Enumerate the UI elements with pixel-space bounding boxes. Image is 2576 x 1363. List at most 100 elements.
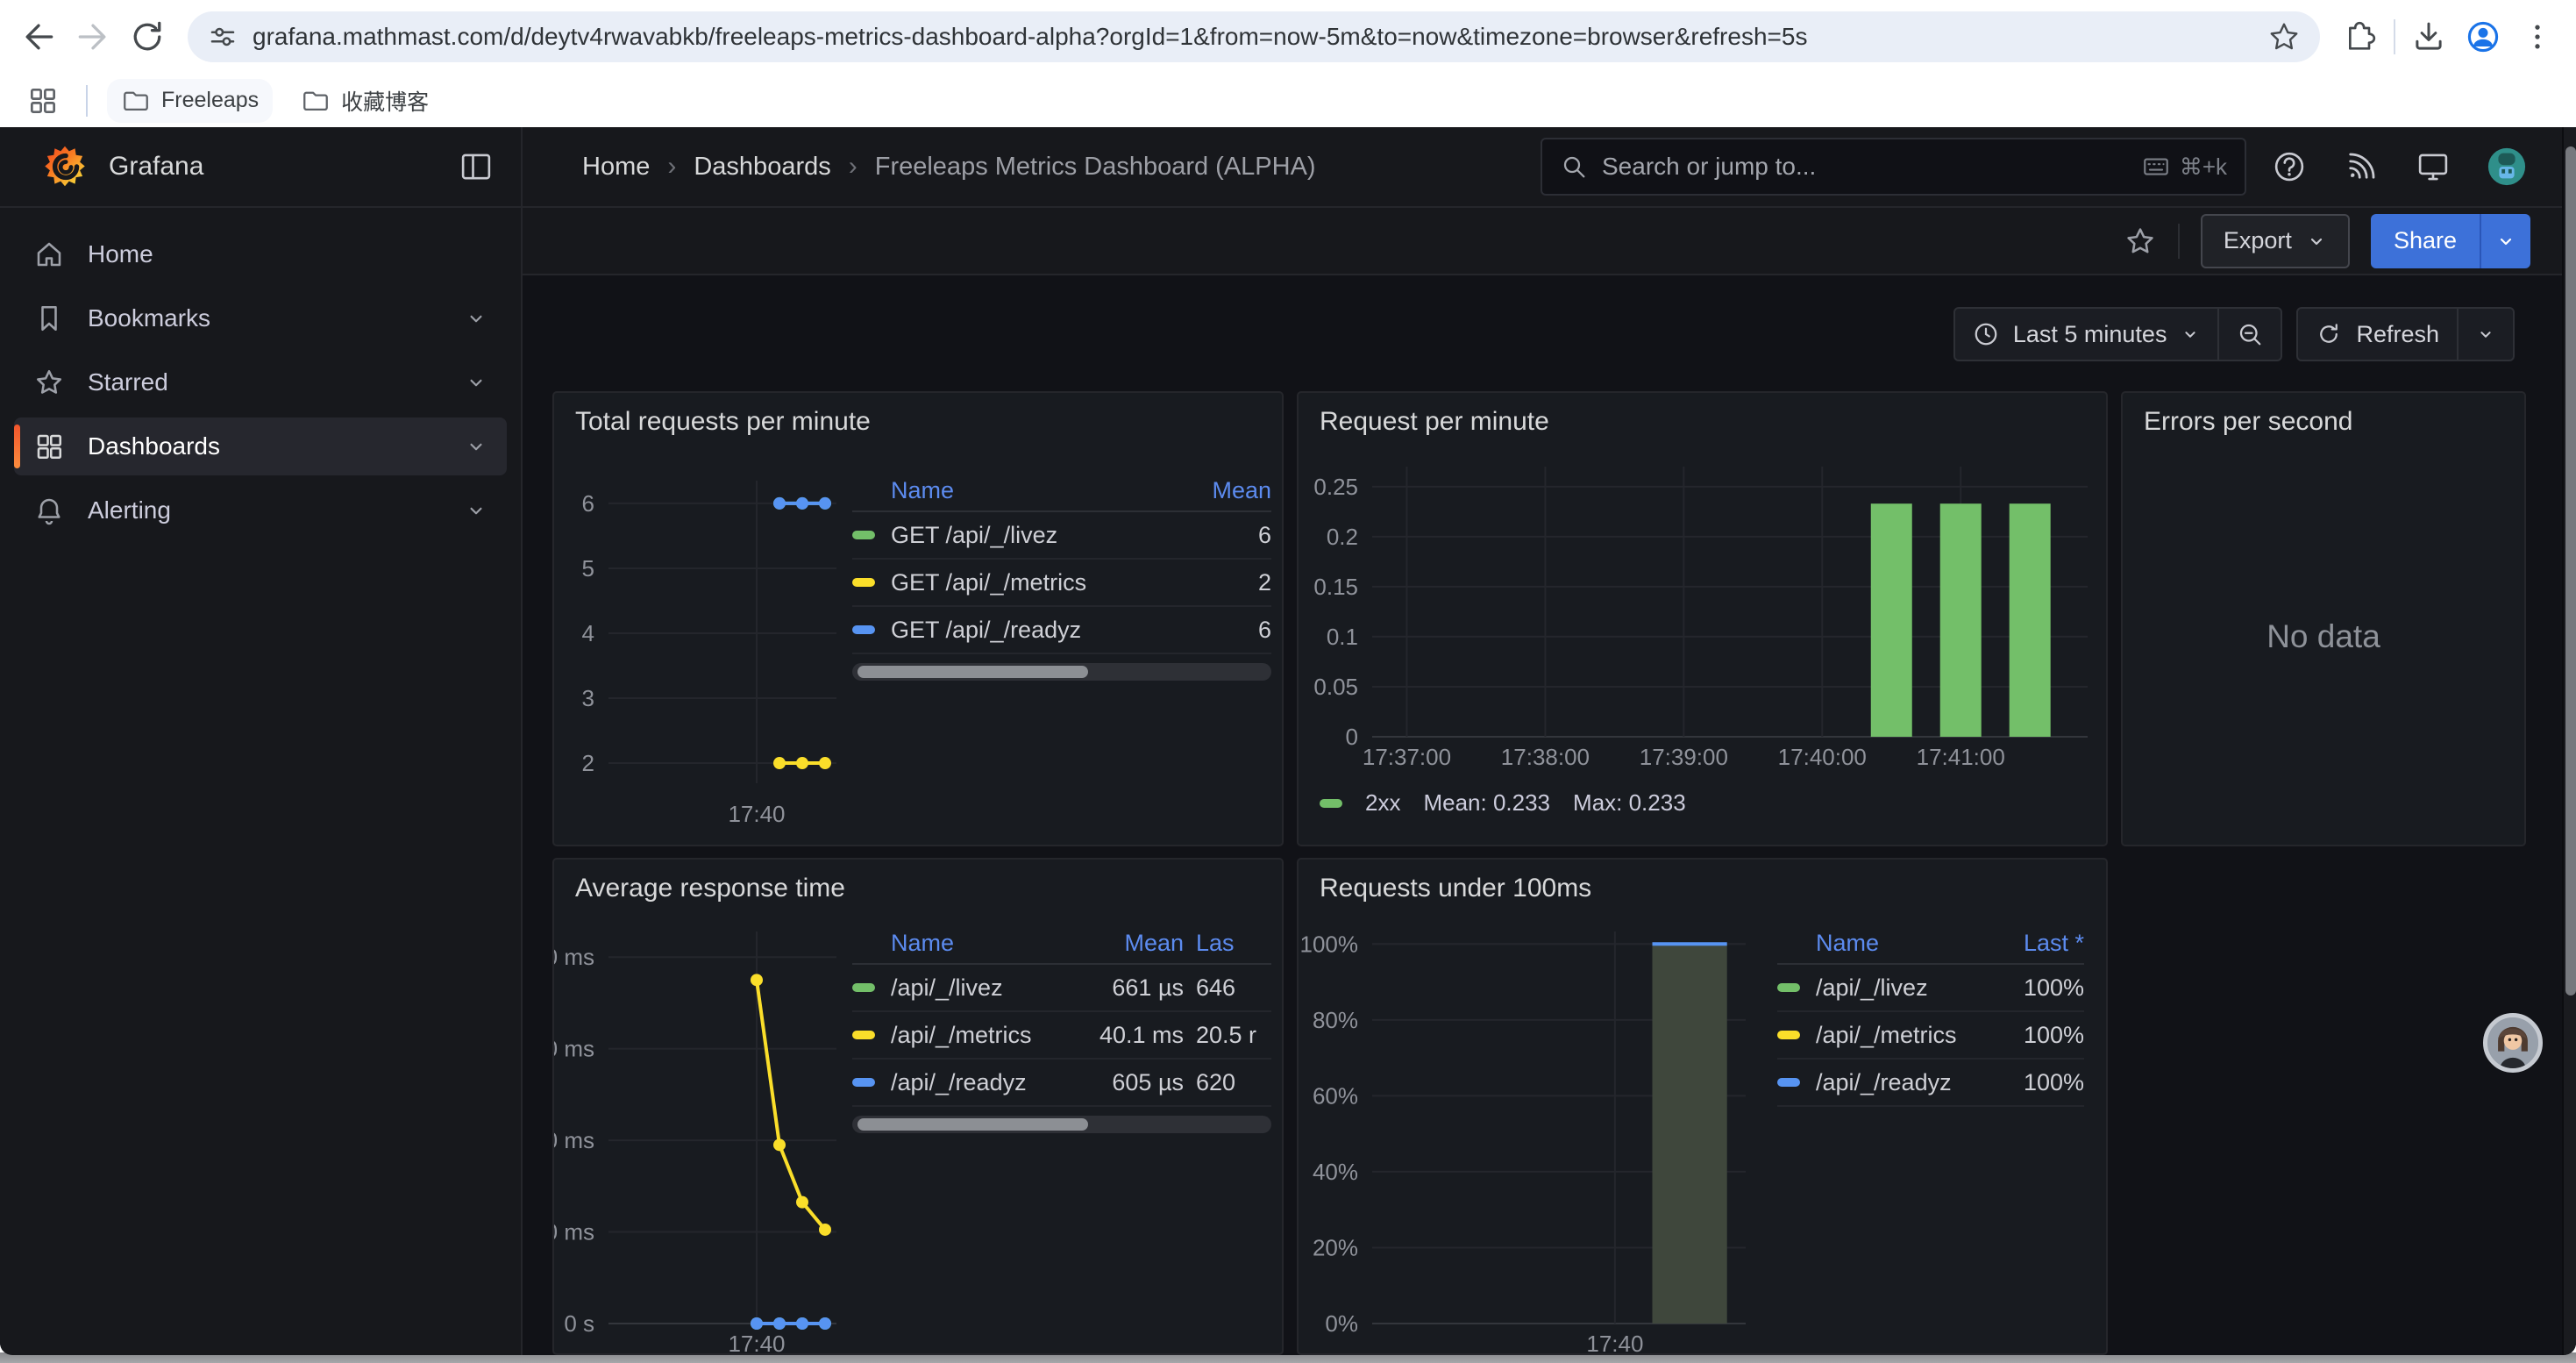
sidebar-item-dashboards[interactable]: Dashboards xyxy=(14,417,507,475)
table-scrollbar[interactable] xyxy=(852,1116,1271,1133)
series-value: 620 xyxy=(1184,1069,1271,1096)
refresh-interval-dropdown[interactable] xyxy=(2457,309,2513,360)
svg-text:17:40: 17:40 xyxy=(728,1331,785,1355)
header-icons xyxy=(2246,146,2576,187)
svg-text:17:41:00: 17:41:00 xyxy=(1917,744,2005,770)
series-name: /api/_/metrics xyxy=(891,1022,1052,1049)
grafana-header: Grafana Home › Dashboards › Freeleaps Me… xyxy=(0,127,2576,208)
legend-max: Max: 0.233 xyxy=(1573,789,1686,817)
chart-request-per-minute: 00.050.10.150.20.2517:37:0017:38:0017:39… xyxy=(1299,393,2108,846)
panel-request-per-minute[interactable]: Request per minute 00.050.10.150.20.2517… xyxy=(1297,391,2108,846)
series-swatch xyxy=(852,1031,875,1039)
svg-text:100%: 100% xyxy=(1300,931,1359,957)
url-bar[interactable]: grafana.mathmast.com/d/deytv4rwavabkb/fr… xyxy=(188,11,2320,62)
refresh-group: Refresh xyxy=(2296,307,2515,361)
series-name: /api/_/metrics xyxy=(1816,1022,1979,1049)
chevron-down-icon[interactable] xyxy=(465,435,487,458)
share-button[interactable]: Share xyxy=(2371,214,2480,268)
legend-series-label[interactable]: 2xx xyxy=(1365,789,1400,817)
export-button[interactable]: Export xyxy=(2201,214,2350,268)
refresh-button[interactable]: Refresh xyxy=(2298,309,2457,360)
time-range-picker[interactable]: Last 5 minutes xyxy=(1955,309,2218,360)
search-placeholder: Search or jump to... xyxy=(1602,153,2127,181)
legend[interactable]: 2xx Mean: 0.233 Max: 0.233 xyxy=(1320,789,1686,817)
tune-icon[interactable] xyxy=(207,21,238,53)
sidebar-item-alerting[interactable]: Alerting xyxy=(14,482,507,539)
panel-title[interactable]: Errors per second xyxy=(2144,407,2352,437)
svg-text:17:37:00: 17:37:00 xyxy=(1363,744,1451,770)
clock-icon xyxy=(1973,321,1999,347)
legend-table[interactable]: NameMeanGET /api/_/livez6GET /api/_/metr… xyxy=(852,470,1271,681)
url-text[interactable]: grafana.mathmast.com/d/deytv4rwavabkb/fr… xyxy=(253,23,2253,51)
series-value: 6 xyxy=(1175,617,1271,644)
share-dropdown-button[interactable] xyxy=(2480,214,2530,268)
brand-name: Grafana xyxy=(109,152,203,182)
svg-text:0.15: 0.15 xyxy=(1313,574,1358,600)
profile-avatar[interactable] xyxy=(2462,16,2504,58)
svg-text:20 ms: 20 ms xyxy=(554,1219,594,1245)
user-avatar[interactable] xyxy=(2487,146,2527,187)
back-button[interactable] xyxy=(18,16,60,58)
help-icon[interactable] xyxy=(2271,148,2308,185)
chevron-down-icon[interactable] xyxy=(465,307,487,330)
bookmark-star-icon[interactable] xyxy=(2267,20,2301,54)
svg-text:0.25: 0.25 xyxy=(1313,474,1358,500)
panel-average-response-time[interactable]: Average response time 0 s20 ms40 ms60 ms… xyxy=(552,858,1284,1355)
panel-total-requests[interactable]: Total requests per minute 2345617:40 Nam… xyxy=(552,391,1284,846)
news-rss-icon[interactable] xyxy=(2343,148,2380,185)
svg-text:5: 5 xyxy=(582,555,594,582)
page-scrollbar[interactable] xyxy=(2562,127,2576,1355)
dashboard-actions-bar: Export Share xyxy=(523,208,2576,275)
dock-menu-icon[interactable] xyxy=(458,148,495,185)
chevron-down-icon[interactable] xyxy=(465,371,487,394)
grafana-logo xyxy=(42,144,88,189)
series-swatch xyxy=(852,531,875,539)
bookmark-folder-freeleaps[interactable]: Freeleaps xyxy=(107,79,273,123)
favorite-star-icon[interactable] xyxy=(2124,225,2157,258)
download-icon[interactable] xyxy=(2408,16,2450,58)
svg-text:0.2: 0.2 xyxy=(1327,524,1358,550)
zoom-out-button[interactable] xyxy=(2217,309,2281,360)
chevron-down-icon[interactable] xyxy=(465,499,487,522)
extensions-icon[interactable] xyxy=(2339,16,2381,58)
apps-grid-icon[interactable] xyxy=(19,84,67,118)
svg-text:17:39:00: 17:39:00 xyxy=(1640,744,1728,770)
monitor-icon[interactable] xyxy=(2415,148,2451,185)
series-swatch xyxy=(852,983,875,992)
bookmark-label: Freeleaps xyxy=(161,88,259,113)
legend-row: /api/_/metrics40.1 ms20.5 r xyxy=(852,1012,1271,1060)
svg-text:60 ms: 60 ms xyxy=(554,1036,594,1062)
keyboard-icon xyxy=(2141,152,2171,182)
panel-title[interactable]: Total requests per minute xyxy=(575,407,871,437)
legend-row: /api/_/metrics100% xyxy=(1777,1012,2084,1060)
legend-table[interactable]: NameLast */api/_/livez100%/api/_/metrics… xyxy=(1777,923,2084,1107)
panel-errors-per-second[interactable]: Errors per second No data xyxy=(2121,391,2526,846)
sidebar-item-home[interactable]: Home xyxy=(14,225,507,283)
panel-title[interactable]: Request per minute xyxy=(1320,407,1549,437)
col-header: Mean xyxy=(1175,477,1271,504)
series-name: /api/_/readyz xyxy=(891,1069,1052,1096)
col-header: Last * xyxy=(1979,930,2084,957)
legend-mean: Mean: 0.233 xyxy=(1423,789,1550,817)
sidebar-item-bookmarks[interactable]: Bookmarks xyxy=(14,289,507,347)
sidebar-item-label: Dashboards xyxy=(88,432,220,460)
reload-button[interactable] xyxy=(126,16,168,58)
panel-title[interactable]: Average response time xyxy=(575,874,845,903)
forward-button[interactable] xyxy=(72,16,114,58)
table-scrollbar[interactable] xyxy=(852,663,1271,681)
sidebar-item-starred[interactable]: Starred xyxy=(14,353,507,411)
series-value: 100% xyxy=(1979,974,2084,1002)
browser-menu-kebab-icon[interactable] xyxy=(2516,16,2558,58)
breadcrumb-home[interactable]: Home xyxy=(582,153,650,182)
bookmark-folder-blogs[interactable]: 收藏博客 xyxy=(287,78,443,124)
toolbar-divider xyxy=(2394,19,2395,54)
breadcrumb-dashboards[interactable]: Dashboards xyxy=(694,153,830,182)
panel-requests-under-100ms[interactable]: Requests under 100ms 0%20%40%60%80%100%1… xyxy=(1297,858,2108,1355)
search-input[interactable]: Search or jump to... ⌘+k xyxy=(1541,138,2246,196)
legend-table[interactable]: NameMeanLas/api/_/livez661 µs646/api/_/m… xyxy=(852,923,1271,1133)
series-value: 2 xyxy=(1175,569,1271,596)
assistant-avatar[interactable] xyxy=(2483,1013,2543,1073)
panel-title[interactable]: Requests under 100ms xyxy=(1320,874,1591,903)
series-swatch xyxy=(852,625,875,634)
scrollbar-thumb[interactable] xyxy=(2565,146,2576,995)
